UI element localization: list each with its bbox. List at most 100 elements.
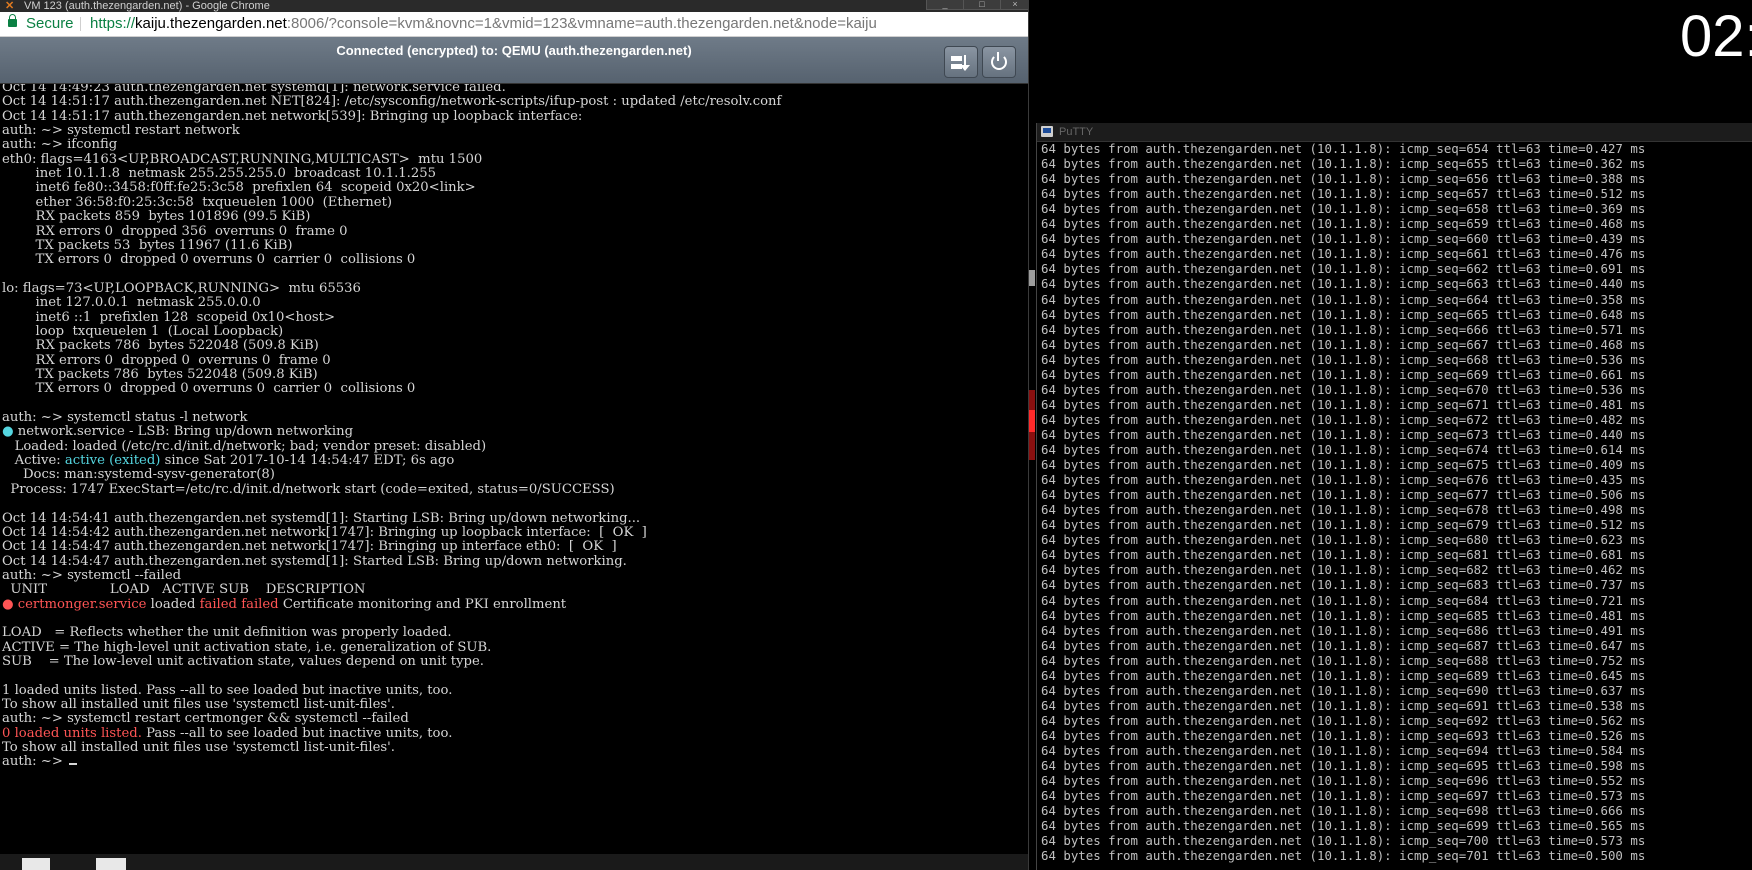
ping-text: 0.468 (1585, 216, 1623, 232)
url-text[interactable]: https://kaiju.thezengarden.net:8006/?con… (90, 12, 877, 36)
lock-icon (8, 14, 17, 27)
ping-text: 64 bytes from auth.thezengarden.net (10.… (1041, 186, 1467, 202)
ping-text: ttl=63 time= (1488, 667, 1586, 683)
ping-text: ms (1622, 411, 1646, 427)
ping-text: 670 (1466, 381, 1489, 397)
maximize-button[interactable]: □ (963, 0, 1001, 10)
console-line: ● certmonger.service loaded failed faile… (2, 597, 566, 613)
ping-text: 674 (1466, 442, 1489, 457)
scroll-marker (1029, 410, 1035, 432)
ping-reply-line: 64 bytes from auth.thezengarden.net (10.… (1041, 397, 1645, 412)
ping-text: 666 (1466, 321, 1489, 337)
ping-text: 0.482 (1585, 411, 1623, 427)
ping-text: 686 (1466, 622, 1489, 638)
ping-reply-line: 64 bytes from auth.thezengarden.net (10.… (1041, 276, 1645, 291)
console-text: ether 36:58:f0:25:3c:58 txqueuelen 1000 … (2, 194, 393, 210)
console-text: active (exited) (64, 453, 161, 469)
console-text: auth: ~> ifconfig (2, 137, 118, 153)
ping-text: 64 bytes from auth.thezengarden.net (10.… (1041, 682, 1467, 698)
ping-text: ttl=63 time= (1488, 291, 1586, 307)
ping-text: ms (1622, 426, 1646, 442)
ping-text: ttl=63 time= (1488, 411, 1586, 427)
ping-text: 701 (1466, 848, 1489, 864)
console-text: RX errors 0 dropped 356 overruns 0 frame… (2, 223, 348, 239)
ping-text: ms (1622, 321, 1646, 337)
ping-text: ttl=63 time= (1488, 607, 1586, 623)
console-text: Pass --all to see loaded but inactive un… (141, 725, 453, 741)
ping-text: 0.647 (1585, 637, 1623, 653)
ping-text: ms (1622, 246, 1646, 262)
ping-text: ms (1622, 306, 1646, 322)
ping-text: ttl=63 time= (1488, 171, 1586, 187)
console-text: Oct 14 14:54:47 auth.thezengarden.net sy… (2, 553, 627, 569)
vm-console[interactable]: Oct 14 14:49:23 auth.thezengarden.net sy… (0, 84, 1028, 854)
minimize-button[interactable]: _ (926, 0, 964, 10)
ping-reply-line: 64 bytes from auth.thezengarden.net (10.… (1041, 352, 1645, 367)
ping-text: 685 (1466, 607, 1489, 623)
ping-text: 0.440 (1585, 426, 1623, 442)
taskbar-item[interactable] (96, 858, 126, 870)
ping-text: ttl=63 time= (1488, 697, 1586, 713)
ping-text: 0.491 (1585, 622, 1623, 638)
taskbar-item[interactable] (22, 858, 50, 870)
ping-reply-line: 64 bytes from auth.thezengarden.net (10.… (1041, 532, 1645, 547)
ping-text: ttl=63 time= (1488, 366, 1586, 382)
ping-text: 676 (1466, 472, 1489, 488)
ping-text: 64 bytes from auth.thezengarden.net (10.… (1041, 351, 1467, 367)
ping-text: 64 bytes from auth.thezengarden.net (10.… (1041, 442, 1467, 457)
ping-text: ttl=63 time= (1488, 758, 1586, 774)
ping-text: 0.598 (1585, 758, 1623, 774)
ping-reply-line: 64 bytes from auth.thezengarden.net (10.… (1041, 668, 1645, 683)
console-text: certmonger.service (17, 596, 147, 612)
putty-window[interactable]: PuTTY 64 bytes from auth.thezengarden.ne… (1036, 123, 1752, 870)
putty-titlebar[interactable]: PuTTY (1037, 123, 1752, 142)
ping-text: 64 bytes from auth.thezengarden.net (10.… (1041, 592, 1467, 608)
ping-reply-line: 64 bytes from auth.thezengarden.net (10.… (1041, 382, 1645, 397)
ping-text: 0.573 (1585, 788, 1623, 804)
ping-text: 64 bytes from auth.thezengarden.net (10.… (1041, 411, 1467, 427)
ping-text: ms (1622, 773, 1646, 789)
ping-text: 64 bytes from auth.thezengarden.net (10.… (1041, 487, 1467, 503)
ping-text: 700 (1466, 833, 1489, 849)
console-text: ● (2, 424, 14, 440)
ping-text: ms (1622, 141, 1646, 156)
ping-text: 64 bytes from auth.thezengarden.net (10.… (1041, 366, 1467, 382)
send-keys-button[interactable] (944, 46, 978, 78)
ping-text: 0.538 (1585, 697, 1623, 713)
ping-text: 64 bytes from auth.thezengarden.net (10.… (1041, 652, 1467, 668)
ping-text: 687 (1466, 637, 1489, 653)
scroll-marker (1029, 270, 1035, 286)
ping-text: ms (1622, 231, 1646, 247)
console-text: To show all installed unit files use 'sy… (2, 740, 395, 756)
console-line: SUB = The low-level unit activation stat… (2, 654, 484, 670)
ping-text: 655 (1466, 156, 1489, 172)
console-text: inet6 ::1 prefixlen 128 scopeid 0x10<hos… (2, 309, 336, 325)
ping-text: ms (1622, 682, 1646, 698)
ping-text: ttl=63 time= (1488, 156, 1586, 172)
ping-text: 64 bytes from auth.thezengarden.net (10.… (1041, 622, 1467, 638)
ping-text: 64 bytes from auth.thezengarden.net (10.… (1041, 697, 1467, 713)
ping-text: ms (1622, 216, 1646, 232)
ping-text: ttl=63 time= (1488, 547, 1586, 563)
ping-text: 64 bytes from auth.thezengarden.net (10.… (1041, 712, 1467, 728)
ping-text: ms (1622, 652, 1646, 668)
ping-text: 671 (1466, 396, 1489, 412)
close-button[interactable]: × (1000, 0, 1028, 10)
url-host: kaiju.thezengarden.net (135, 15, 287, 32)
ping-text: ttl=63 time= (1488, 276, 1586, 292)
ping-text: 692 (1466, 712, 1489, 728)
ping-text: 0.565 (1585, 818, 1623, 834)
console-line: TX errors 0 dropped 0 overruns 0 carrier… (2, 381, 416, 397)
console-text: 0 loaded units listed. (2, 725, 142, 741)
window-titlebar[interactable]: ✕ VM 123 (auth.thezengarden.net) - Googl… (0, 0, 1028, 12)
ping-text: 64 bytes from auth.thezengarden.net (10.… (1041, 156, 1467, 172)
console-text: inet 10.1.1.8 netmask 255.255.255.0 broa… (2, 166, 437, 182)
console-text: Oct 14 14:51:17 auth.thezengarden.net NE… (2, 94, 782, 110)
ping-text: 0.536 (1585, 381, 1623, 397)
address-bar[interactable]: Secure https://kaiju.thezengarden.net:80… (0, 12, 1028, 37)
ping-reply-line: 64 bytes from auth.thezengarden.net (10.… (1041, 623, 1645, 638)
ping-text: 680 (1466, 532, 1489, 548)
power-button[interactable] (982, 46, 1016, 78)
ping-text: 64 bytes from auth.thezengarden.net (10.… (1041, 231, 1467, 247)
ping-text: ttl=63 time= (1488, 426, 1586, 442)
